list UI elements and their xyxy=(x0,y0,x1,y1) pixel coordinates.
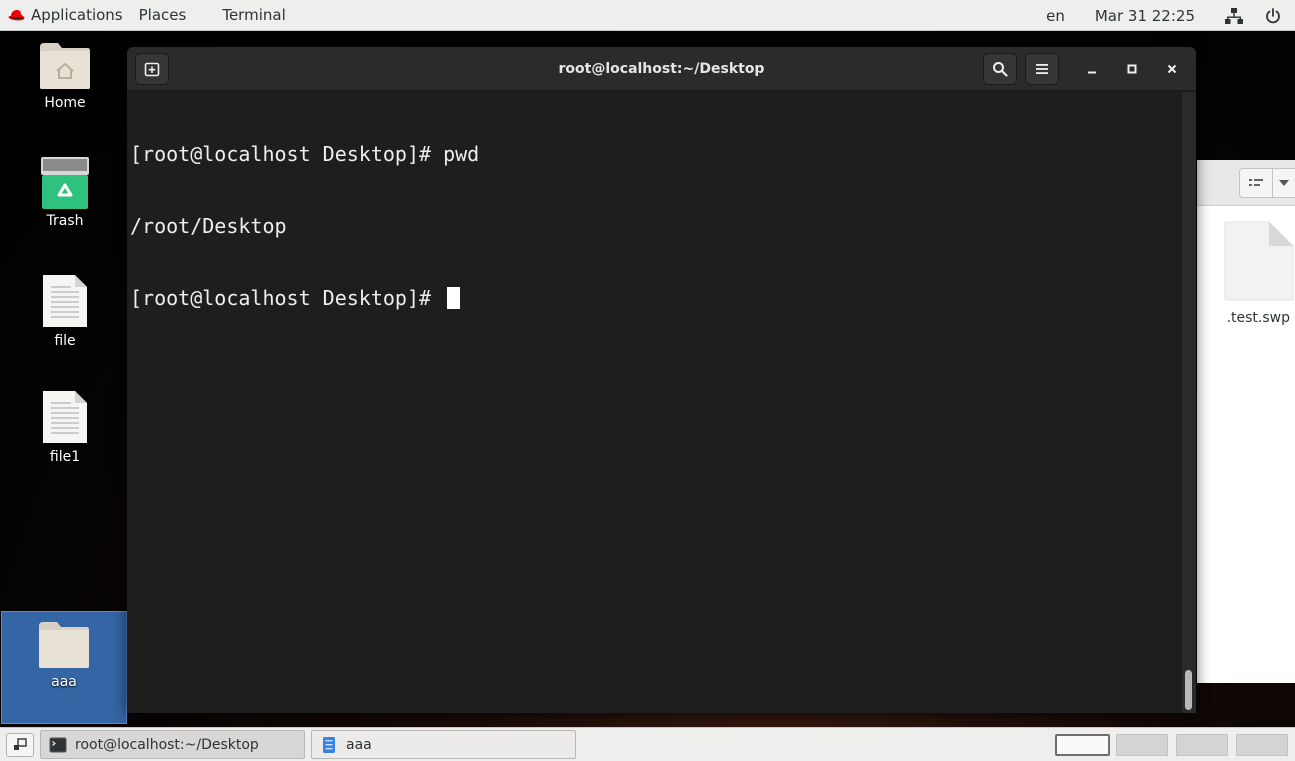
network-wired-icon[interactable] xyxy=(1225,7,1243,25)
terminal-headerbar[interactable]: root@localhost:~/Desktop xyxy=(127,47,1196,91)
terminal-scrollbar[interactable] xyxy=(1182,92,1196,713)
view-toggle-button[interactable] xyxy=(1239,168,1273,198)
terminal-menu-label: Terminal xyxy=(222,6,286,24)
maximize-icon xyxy=(1127,64,1137,74)
applications-menu[interactable]: Applications xyxy=(0,0,123,31)
taskbar-item-label: aaa xyxy=(346,736,372,753)
minimize-button[interactable] xyxy=(1080,57,1104,81)
workspace-1[interactable] xyxy=(1055,734,1110,756)
desktop-icon-label: file xyxy=(54,333,76,349)
show-desktop-icon xyxy=(14,738,27,750)
text-cursor xyxy=(447,287,461,309)
search-button[interactable] xyxy=(983,53,1017,85)
taskbar-item-terminal[interactable]: root@localhost:~/Desktop xyxy=(40,730,305,759)
desktop-icon-home[interactable]: Home xyxy=(2,41,128,111)
workspace-2[interactable] xyxy=(1116,734,1168,756)
workspace-3[interactable] xyxy=(1176,734,1228,756)
terminal-prompt: [root@localhost Desktop]# xyxy=(130,286,444,310)
desktop-icon-label: Home xyxy=(44,95,86,111)
list-view-icon xyxy=(1249,179,1263,186)
desktop-icon-file1[interactable]: file1 xyxy=(2,389,128,465)
taskbar-item-aaa[interactable]: aaa xyxy=(311,730,576,759)
places-menu[interactable]: Places xyxy=(139,0,187,31)
home-folder-icon xyxy=(40,43,90,89)
minimize-icon xyxy=(1088,71,1096,74)
scrollbar-thumb[interactable] xyxy=(1185,670,1192,710)
chevron-down-icon xyxy=(1279,180,1289,186)
taskbar-item-label: root@localhost:~/Desktop xyxy=(75,736,259,753)
folder-icon xyxy=(39,622,89,668)
hamburger-menu-icon xyxy=(1036,64,1048,74)
close-icon xyxy=(1167,64,1177,74)
maximize-button[interactable] xyxy=(1120,57,1144,81)
terminal-prompt-line: [root@localhost Desktop]# xyxy=(130,286,1178,310)
text-file-icon xyxy=(43,275,87,327)
places-label: Places xyxy=(138,6,187,24)
main-menu-button[interactable] xyxy=(1025,53,1059,85)
desktop-icon-label: Trash xyxy=(46,213,84,229)
file-manager-window[interactable]: .test.swp xyxy=(1197,160,1295,683)
view-options-button[interactable] xyxy=(1272,168,1295,198)
terminal-icon xyxy=(49,737,67,752)
terminal-line: /root/Desktop xyxy=(130,214,287,238)
clock[interactable]: Mar 31 22:25 xyxy=(1095,7,1195,25)
show-desktop-button[interactable] xyxy=(6,733,34,757)
bottom-panel: root@localhost:~/Desktop aaa xyxy=(0,727,1295,761)
desktop-icon-trash[interactable]: Trash xyxy=(2,157,128,229)
new-tab-button[interactable] xyxy=(135,53,169,85)
desktop-icon-file[interactable]: file xyxy=(2,273,128,349)
generic-file-icon xyxy=(1224,221,1294,301)
desktop-icon-label: file1 xyxy=(49,449,81,465)
keyboard-layout-indicator[interactable]: en xyxy=(1046,7,1065,25)
trash-icon xyxy=(41,157,89,209)
applications-label: Applications xyxy=(31,6,123,24)
close-button[interactable] xyxy=(1160,57,1184,81)
power-icon[interactable] xyxy=(1265,7,1281,24)
workspace-4[interactable] xyxy=(1236,734,1288,756)
file-manager-icon xyxy=(323,736,335,753)
desktop-icon-aaa[interactable]: aaa xyxy=(1,611,127,724)
terminal-window[interactable]: root@localhost:~/Desktop [root@localhost… xyxy=(127,47,1196,713)
terminal-line: [root@localhost Desktop]# pwd xyxy=(130,142,480,166)
top-panel: Applications Places Terminal en Mar 31 2… xyxy=(0,0,1295,31)
redhat-logo-icon xyxy=(8,10,25,21)
terminal-output[interactable]: [root@localhost Desktop]# pwd /root/Desk… xyxy=(127,92,1181,713)
desktop-icon-label: aaa xyxy=(51,674,77,690)
text-file-icon xyxy=(43,391,87,443)
file-item-test-swp[interactable] xyxy=(1223,220,1295,306)
new-tab-icon xyxy=(144,62,160,77)
app-menu-terminal[interactable]: Terminal xyxy=(222,0,285,31)
search-icon xyxy=(993,62,1008,77)
file-manager-header xyxy=(1197,160,1295,206)
file-item-label: .test.swp xyxy=(1226,310,1290,326)
